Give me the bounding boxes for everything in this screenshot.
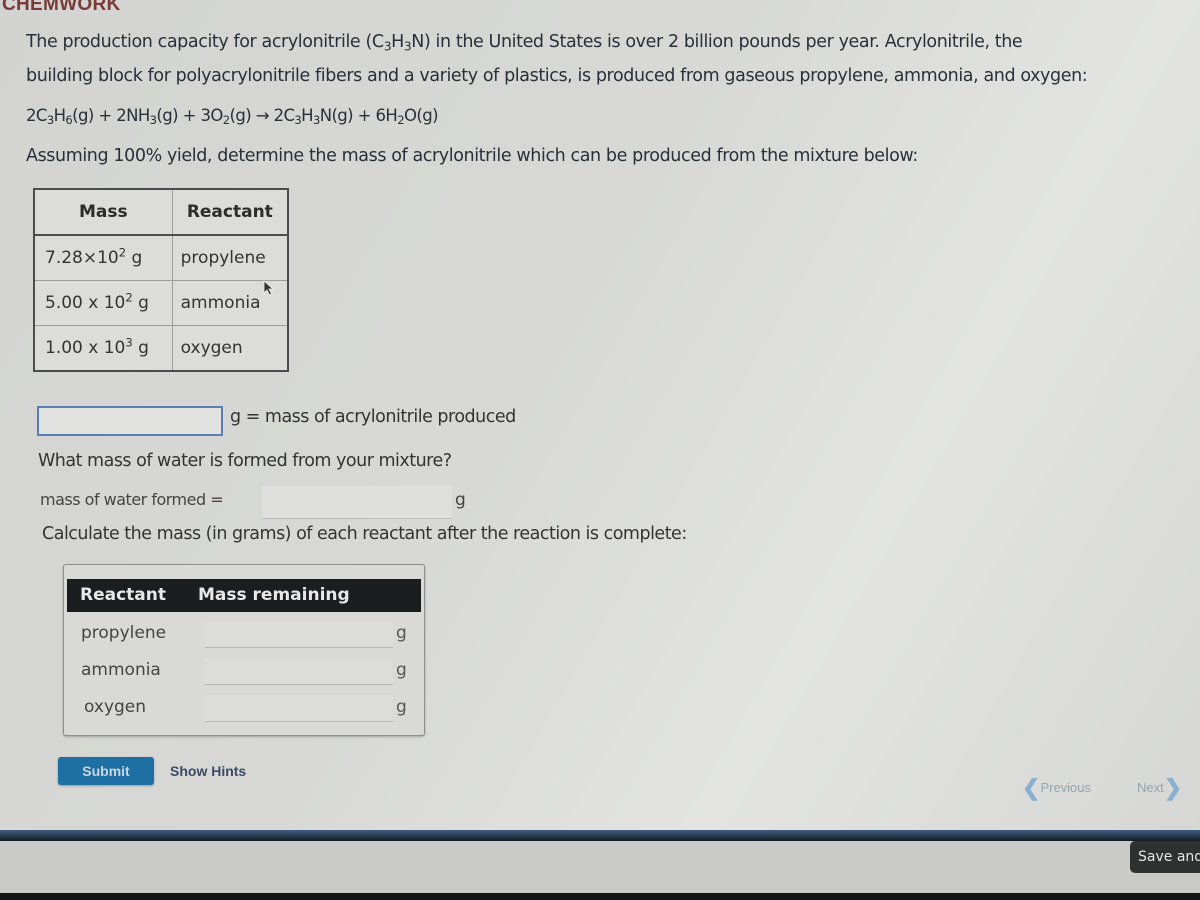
eq-term: O(g): [403, 106, 439, 125]
intro-text: N) in the United States is over 2 billio…: [411, 32, 1023, 52]
mass-cell: 5.00 x 102 g: [33, 280, 173, 326]
table-row: propylene g: [64, 621, 424, 657]
exponent: 3: [125, 335, 133, 350]
reaction-equation: 2C3H6(g) + 2NH3(g) + 3O2(g) → 2C3H3N(g) …: [26, 106, 1186, 128]
water-mass-unit: g: [455, 490, 466, 510]
next-label: Next: [1137, 780, 1164, 795]
app-title: CHEMWORK: [2, 0, 121, 15]
chevron-left-icon: ❮: [1022, 775, 1041, 800]
mass-cell: 7.28×102 g: [33, 234, 173, 281]
mass-unit: g: [132, 338, 149, 358]
previous-button[interactable]: ❮Previous: [1022, 775, 1091, 801]
mass-unit: g: [132, 293, 149, 313]
reactant-cell: oxygen: [171, 325, 289, 372]
acrylonitrile-mass-input[interactable]: [37, 406, 223, 436]
subscript: 2: [397, 113, 404, 128]
unit-label: g: [396, 623, 407, 643]
intro-line-1: The production capacity for acrylonitril…: [26, 32, 1186, 54]
show-hints-link[interactable]: Show Hints: [170, 763, 246, 779]
water-mass-input[interactable]: [262, 486, 452, 519]
propylene-remaining-input[interactable]: [205, 621, 393, 648]
eq-term: 2C: [26, 106, 47, 125]
question-panel: CHEMWORK The production capacity for acr…: [0, 0, 1200, 842]
remaining-question: Calculate the mass (in grams) of each re…: [42, 524, 687, 544]
reactant-name: propylene: [81, 623, 167, 643]
eq-term: (g) + 2NH: [72, 106, 150, 125]
eq-term: H: [301, 106, 313, 125]
mass-unit: g: [126, 248, 143, 268]
mass-cell: 1.00 x 103 g: [33, 325, 173, 372]
save-and-button[interactable]: Save and: [1130, 841, 1200, 873]
table-row: 7.28×102 g propylene: [33, 234, 289, 281]
subscript: 2: [222, 113, 230, 128]
reactant-cell: propylene: [171, 234, 289, 281]
oxygen-remaining-input[interactable]: [205, 695, 393, 722]
eq-term: (g) + 3O: [156, 106, 223, 125]
given-mixture-table: Mass Reactant 7.28×102 g propylene 5.00 …: [33, 188, 289, 372]
subscript: 3: [312, 113, 320, 128]
table-row: oxygen g: [64, 695, 424, 731]
previous-label: Previous: [1040, 780, 1092, 795]
mass-base: 1.00 x 10: [45, 338, 126, 358]
reactant-name: ammonia: [81, 660, 161, 680]
screen-bottom-edge: [0, 893, 1200, 900]
divider-bar: [0, 830, 1200, 841]
submit-button[interactable]: Submit: [58, 757, 154, 785]
water-mass-label: mass of water formed =: [40, 490, 224, 509]
intro-text: The production capacity for acrylonitril…: [26, 32, 384, 52]
footer-bar: [0, 841, 1200, 893]
chevron-right-icon: ❯: [1163, 775, 1183, 800]
mass-base: 5.00 x 10: [45, 293, 126, 313]
exponent: 2: [125, 290, 133, 305]
eq-term: (g) → 2C: [229, 106, 295, 125]
table-header-row: Mass Reactant: [33, 188, 289, 236]
intro-text: H: [391, 32, 404, 52]
intro-line-2: building block for polyacrylonitrile fib…: [26, 66, 1088, 86]
subscript: 3: [383, 39, 392, 54]
unit-label: g: [396, 697, 407, 717]
water-question: What mass of water is formed from your m…: [38, 451, 452, 471]
eq-term: H: [53, 106, 66, 125]
mass-base: 7.28×10: [45, 248, 119, 268]
exponent: 2: [118, 245, 127, 260]
column-header-mass-remaining: Mass remaining: [198, 585, 350, 605]
mouse-cursor-icon: [263, 280, 275, 296]
ammonia-remaining-input[interactable]: [205, 658, 393, 685]
acrylonitrile-mass-label: g = mass of acrylonitrile produced: [230, 407, 516, 427]
column-header-mass: Mass: [33, 188, 173, 236]
subscript: 3: [46, 113, 54, 128]
column-header-reactant: Reactant: [171, 188, 289, 236]
reactant-name: oxygen: [84, 697, 147, 717]
eq-term: N(g) + 6H: [319, 106, 398, 125]
next-button[interactable]: Next❯: [1137, 775, 1182, 801]
assumption-text: Assuming 100% yield, determine the mass …: [26, 146, 918, 166]
unit-label: g: [396, 660, 407, 680]
table-row: ammonia g: [64, 658, 424, 694]
column-header-reactant: Reactant: [80, 585, 166, 605]
table-row: 5.00 x 102 g ammonia: [33, 280, 289, 326]
table-row: 1.00 x 103 g oxygen: [33, 325, 289, 372]
mass-remaining-table: Reactant Mass remaining propylene g ammo…: [63, 564, 425, 736]
